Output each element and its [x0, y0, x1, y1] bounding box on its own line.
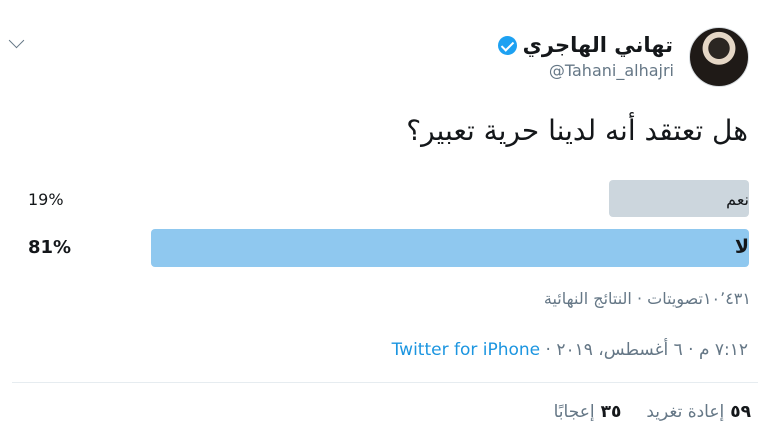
poll-option-percent: 19% [28, 190, 64, 209]
poll-vote-summary: ١٠٬٤٣١تصويتات · النتائج النهائية [543, 289, 751, 308]
divider [12, 382, 758, 383]
tweet-timestamp-row: ٧:١٢ م · ٦ أغسطس، ٢٠١٩ · Twitter for iPh… [392, 338, 748, 362]
likes-stat[interactable]: ٣٥ إعجابًا [554, 402, 622, 422]
poll-option-label: نعم [726, 190, 749, 209]
tweet-engagement-stats: ٥٩ إعادة تغريد ٣٥ إعجابًا [554, 398, 751, 426]
likes-label: إعجابًا [553, 402, 595, 422]
tweet-card: تهاني الهاجري @Tahani_alhajri هل تعتقد أ… [0, 0, 768, 444]
author-display-name[interactable]: تهاني الهاجري [523, 33, 673, 57]
poll-result-bar-no [151, 229, 749, 267]
poll-option-yes: نعم 19% [0, 180, 768, 222]
tweet-source-link[interactable]: Twitter for iPhone [392, 340, 541, 360]
chevron-down-icon[interactable] [8, 32, 25, 49]
retweets-stat[interactable]: ٥٩ إعادة تغريد [646, 402, 751, 422]
likes-count: ٣٥ [600, 402, 622, 422]
poll-option-percent: 81% [28, 237, 72, 258]
retweets-count: ٥٩ [730, 402, 751, 422]
tweet-timestamp[interactable]: ٧:١٢ م · ٦ أغسطس، ٢٠١٩ · [540, 340, 748, 360]
avatar[interactable] [689, 27, 749, 87]
poll-option-no: لا 81% [0, 228, 768, 270]
verified-badge-icon [497, 35, 517, 55]
poll-option-label: لا [734, 236, 749, 258]
author-handle[interactable]: @Tahani_alhajri [549, 61, 674, 81]
retweets-label: إعادة تغريد [646, 402, 725, 422]
author-name-row: تهاني الهاجري [497, 33, 673, 57]
tweet-question: هل تعتقد أنه لدينا حرية تعبير؟ [406, 114, 748, 147]
